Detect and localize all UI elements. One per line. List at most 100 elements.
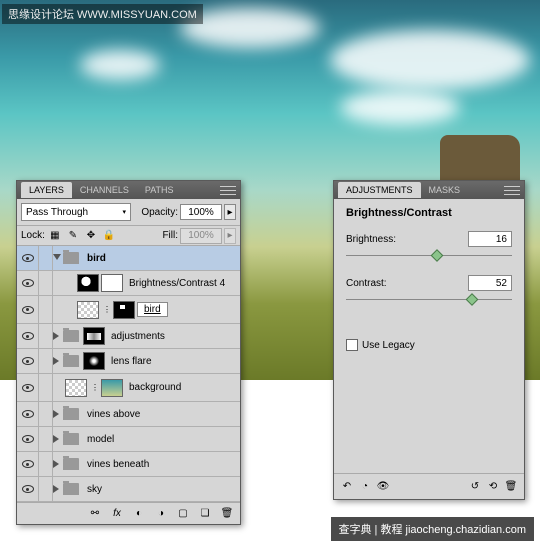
folder-icon xyxy=(63,408,79,420)
trash-icon[interactable]: 🗑 xyxy=(504,480,518,494)
adjustments-panel-header: ADJUSTMENTS MASKS xyxy=(334,181,524,199)
link-icon: ⋮ xyxy=(89,383,101,392)
layer-group-model[interactable]: model xyxy=(17,427,240,452)
adjustment-thumb-icon xyxy=(77,274,99,292)
layer-name[interactable]: bird xyxy=(137,302,168,317)
layers-panel-header: LAYERS CHANNELS PATHS xyxy=(17,181,240,199)
layer-group-vines-above[interactable]: vines above xyxy=(17,402,240,427)
visibility-icon[interactable] xyxy=(22,279,34,287)
tab-layers[interactable]: LAYERS xyxy=(21,182,72,198)
folder-icon xyxy=(63,355,79,367)
slider-thumb-icon[interactable] xyxy=(431,249,444,262)
disclosure-triangle-icon[interactable] xyxy=(53,435,61,443)
new-layer-icon[interactable]: ❏ xyxy=(198,507,212,521)
layer-group-adjustments[interactable]: adjustments xyxy=(17,324,240,349)
layer-bird-masked[interactable]: ⋮ bird xyxy=(17,296,240,324)
visibility-icon[interactable] xyxy=(22,357,34,365)
adjustment-layer-icon[interactable]: ◑ xyxy=(154,507,168,521)
disclosure-triangle-icon[interactable] xyxy=(53,485,61,493)
disclosure-triangle-icon[interactable] xyxy=(53,410,61,418)
fill-label: Fill: xyxy=(162,230,178,241)
folder-icon xyxy=(63,252,79,264)
adjustments-panel: ADJUSTMENTS MASKS Brightness/Contrast Br… xyxy=(333,180,525,500)
folder-icon xyxy=(63,483,79,495)
contrast-label: Contrast: xyxy=(346,278,387,289)
link-layers-icon[interactable]: ⚯ xyxy=(88,507,102,521)
mask-icon[interactable]: ◐ xyxy=(132,507,146,521)
layer-name: Brightness/Contrast 4 xyxy=(125,278,225,289)
layer-thumb-icon xyxy=(65,379,87,397)
layer-group-bird[interactable]: bird xyxy=(17,246,240,271)
disclosure-triangle-icon[interactable] xyxy=(53,254,61,262)
return-icon[interactable]: ↶ xyxy=(340,480,354,494)
contrast-slider[interactable] xyxy=(346,295,512,309)
layer-group-lensflare[interactable]: lens flare xyxy=(17,349,240,374)
opacity-input[interactable]: 100% xyxy=(180,204,222,220)
watermark-bottom: 查字典 | 教程 jiaocheng.chazidian.com xyxy=(331,517,535,541)
layers-controls-row: Pass Through ▾ Opacity: 100% ▸ xyxy=(17,199,240,226)
layer-name: background xyxy=(125,382,181,393)
tab-paths[interactable]: PATHS xyxy=(137,182,182,198)
reset-icon[interactable]: ⟲ xyxy=(486,480,500,494)
lock-position-icon[interactable]: ✥ xyxy=(85,230,97,242)
visibility-icon[interactable] xyxy=(22,332,34,340)
layer-adjustment-brightness[interactable]: Brightness/Contrast 4 xyxy=(17,271,240,296)
visibility-icon[interactable] xyxy=(22,306,34,314)
view-icon[interactable]: 👁 xyxy=(376,480,390,494)
fill-dropdown-button: ▸ xyxy=(224,228,236,244)
watermark-top: 思缘设计论坛 WWW.MISSYUAN.COM xyxy=(2,4,203,24)
previous-icon[interactable]: ↺ xyxy=(468,480,482,494)
opacity-label: Opacity: xyxy=(141,207,178,218)
tab-adjustments[interactable]: ADJUSTMENTS xyxy=(338,182,421,198)
layer-name: adjustments xyxy=(107,331,165,342)
fill-input: 100% xyxy=(180,228,222,244)
panel-menu-icon[interactable] xyxy=(220,184,236,196)
slider-thumb-icon[interactable] xyxy=(466,293,479,306)
adjustment-title: Brightness/Contrast xyxy=(346,207,512,219)
layer-name: sky xyxy=(83,484,102,495)
visibility-icon[interactable] xyxy=(22,254,34,262)
clip-icon[interactable]: ◔ xyxy=(358,480,372,494)
layer-name: model xyxy=(83,434,114,445)
visibility-icon[interactable] xyxy=(22,410,34,418)
disclosure-triangle-icon[interactable] xyxy=(53,332,61,340)
visibility-icon[interactable] xyxy=(22,384,34,392)
visibility-icon[interactable] xyxy=(22,485,34,493)
opacity-dropdown-button[interactable]: ▸ xyxy=(224,204,236,220)
blend-mode-select[interactable]: Pass Through ▾ xyxy=(21,203,131,221)
mask-thumb-icon xyxy=(101,379,123,397)
visibility-icon[interactable] xyxy=(22,435,34,443)
blend-mode-value: Pass Through xyxy=(26,207,88,218)
disclosure-triangle-icon[interactable] xyxy=(53,460,61,468)
layer-group-sky[interactable]: sky xyxy=(17,477,240,502)
link-icon: ⋮ xyxy=(101,305,113,314)
layer-group-vines-beneath[interactable]: vines beneath xyxy=(17,452,240,477)
brightness-slider[interactable] xyxy=(346,251,512,265)
adjustments-footer: ↶ ◔ 👁 ↺ ⟲ 🗑 xyxy=(334,473,524,499)
panel-menu-icon[interactable] xyxy=(504,184,520,196)
use-legacy-checkbox[interactable] xyxy=(346,339,358,351)
mask-thumb-icon xyxy=(101,274,123,292)
tab-masks[interactable]: MASKS xyxy=(421,182,469,198)
tab-channels[interactable]: CHANNELS xyxy=(72,182,137,198)
lock-pixels-icon[interactable]: ✎ xyxy=(67,230,79,242)
lock-all-icon[interactable]: 🔒 xyxy=(103,230,115,242)
adjustments-body: Brightness/Contrast Brightness: Contrast… xyxy=(334,199,524,359)
fx-icon[interactable]: fx xyxy=(110,507,124,521)
lock-transparency-icon[interactable]: ▦ xyxy=(49,230,61,242)
layer-background[interactable]: ⋮ background xyxy=(17,374,240,402)
contrast-input[interactable] xyxy=(468,275,512,291)
disclosure-triangle-icon[interactable] xyxy=(53,357,61,365)
brightness-input[interactable] xyxy=(468,231,512,247)
mask-thumb-icon xyxy=(113,301,135,319)
chevron-down-icon: ▾ xyxy=(122,208,126,216)
brightness-label: Brightness: xyxy=(346,234,396,245)
lock-label: Lock: xyxy=(21,230,45,241)
layers-panel: LAYERS CHANNELS PATHS Pass Through ▾ Opa… xyxy=(16,180,241,525)
visibility-icon[interactable] xyxy=(22,460,34,468)
trash-icon[interactable]: 🗑 xyxy=(220,507,234,521)
folder-icon xyxy=(63,458,79,470)
folder-icon xyxy=(63,433,79,445)
layer-name: vines beneath xyxy=(83,459,149,470)
new-group-icon[interactable]: ▢ xyxy=(176,507,190,521)
